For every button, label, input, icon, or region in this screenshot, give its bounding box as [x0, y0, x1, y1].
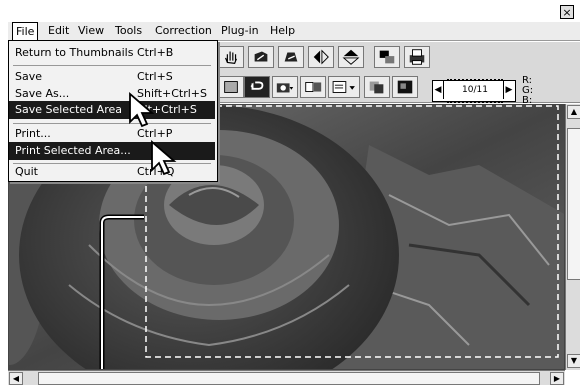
- view-mode-dropdown[interactable]: [328, 76, 360, 98]
- fullscreen-icon: [397, 80, 413, 94]
- full-screen-button[interactable]: [392, 76, 418, 98]
- menu-item-return-to-thumbnails[interactable]: Return to Thumbnails Ctrl+B: [9, 44, 215, 62]
- mouse-pointer-icon: [129, 92, 155, 128]
- flip-horizontal-button[interactable]: [308, 46, 334, 68]
- view-mode-icon: [332, 81, 355, 93]
- variation-button[interactable]: [300, 76, 326, 98]
- rgb-readout: R: G: B:: [522, 76, 533, 106]
- menu-item-label: Save: [15, 70, 43, 83]
- menu-item-print-selected-area[interactable]: Print Selected Area...: [9, 142, 215, 160]
- scroll-down-icon[interactable]: ▼: [567, 354, 580, 368]
- menu-item-save[interactable]: Save Ctrl+S: [9, 68, 215, 86]
- menu-item-label: Save Selected Area: [15, 103, 122, 116]
- horizontal-scroll-thumb[interactable]: [38, 372, 540, 385]
- undo-icon: [250, 81, 264, 90]
- next-frame-icon[interactable]: ▶: [503, 81, 514, 99]
- horizontal-scrollbar[interactable]: ◀ ▶: [8, 370, 565, 385]
- hand-tool-button[interactable]: [218, 46, 244, 68]
- menu-item-save-selected-area[interactable]: Save Selected Area Alt+Ctrl+S: [9, 101, 215, 119]
- frame-number: 10/11: [462, 85, 488, 95]
- printer-icon: [409, 49, 425, 65]
- rotate-left-button[interactable]: [248, 46, 274, 68]
- film-perforation-bottom: [447, 97, 503, 103]
- rotate-left-icon: [254, 51, 268, 62]
- mouse-pointer-icon: [151, 140, 177, 176]
- menu-item-label: Return to Thumbnails: [15, 46, 134, 59]
- previous-frame-icon[interactable]: ◀: [433, 81, 444, 99]
- vertical-scrollbar[interactable]: ▲ ▼: [565, 104, 580, 370]
- menu-item-quit[interactable]: Quit Ctrl+Q: [9, 163, 215, 181]
- scroll-left-icon[interactable]: ◀: [9, 372, 23, 385]
- menu-separator: [13, 65, 211, 66]
- menu-help[interactable]: Help: [270, 24, 295, 37]
- close-window-button[interactable]: ×: [560, 5, 574, 19]
- menu-correction[interactable]: Correction: [155, 24, 212, 37]
- snapshot-button[interactable]: [272, 76, 298, 98]
- vertical-scroll-thumb[interactable]: [567, 128, 580, 280]
- menu-item-print[interactable]: Print... Ctrl+P: [9, 125, 215, 143]
- menu-item-label: Print...: [15, 127, 51, 140]
- scroll-up-icon[interactable]: ▲: [567, 105, 580, 119]
- compare-button[interactable]: [364, 76, 390, 98]
- menu-tools[interactable]: Tools: [115, 24, 142, 37]
- compare-icon: [369, 81, 384, 94]
- rotate-right-icon: [284, 52, 298, 62]
- menu-plugin[interactable]: Plug-in: [221, 24, 259, 37]
- scroll-right-icon[interactable]: ▶: [550, 372, 564, 385]
- file-menu-dropdown: Return to Thumbnails Ctrl+B Save Ctrl+S …: [8, 40, 218, 182]
- frame-counter: ◀ 10/11 ▶: [432, 79, 516, 103]
- menu-item-label: Print Selected Area...: [15, 144, 131, 157]
- correction-icon: [224, 81, 238, 93]
- rotate-right-button[interactable]: [278, 46, 304, 68]
- menu-item-shortcut: Ctrl+S: [137, 70, 173, 83]
- undo-button[interactable]: [244, 76, 270, 98]
- menu-edit[interactable]: Edit: [48, 24, 69, 37]
- crop-button[interactable]: [374, 46, 400, 68]
- flip-vertical-button[interactable]: [338, 46, 364, 68]
- menu-bar: File Edit View Tools Correction Plug-in …: [8, 22, 580, 41]
- menu-item-label: Quit: [15, 165, 38, 178]
- menu-item-shortcut: Ctrl+B: [137, 46, 174, 59]
- color-correction-button[interactable]: [218, 76, 244, 98]
- menu-separator: [13, 123, 211, 124]
- menu-view[interactable]: View: [78, 24, 104, 37]
- variation-icon: [305, 82, 322, 92]
- hand-icon: [224, 51, 238, 65]
- menu-file[interactable]: File: [12, 22, 39, 41]
- crop-icon: [379, 50, 395, 64]
- flip-vertical-icon: [342, 49, 360, 65]
- print-toolbar-button[interactable]: [404, 46, 430, 68]
- flip-horizontal-icon: [313, 49, 329, 65]
- camera-icon: [276, 83, 294, 93]
